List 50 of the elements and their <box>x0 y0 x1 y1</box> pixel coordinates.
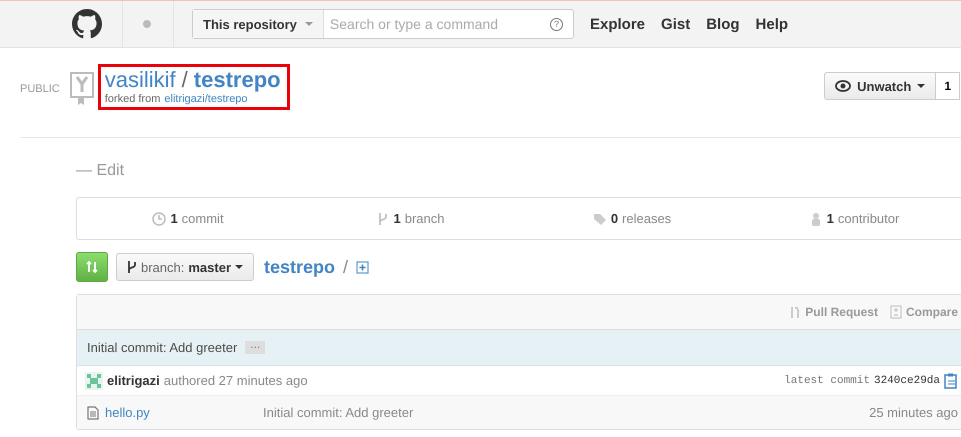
unwatch-button[interactable]: Unwatch <box>824 72 936 100</box>
branch-selector[interactable]: branch: master <box>116 253 254 281</box>
clock-icon <box>152 212 166 226</box>
nav-link[interactable]: Explore <box>590 16 646 32</box>
file-commit-message: Initial commit: Add greeter <box>263 405 414 420</box>
commit-sha-link[interactable]: 3240ce29da <box>874 374 940 386</box>
compare-arrows-icon <box>85 260 99 274</box>
branch-icon <box>127 260 137 274</box>
fork-source-link[interactable]: elitrigazi/testrepo <box>164 93 248 105</box>
authored-time: authored 27 minutes ago <box>164 373 308 388</box>
visibility-label: PUBLIC <box>20 83 60 95</box>
search-field[interactable]: This repository Search or type a command ? <box>192 9 574 39</box>
stat-count[interactable]: 1 <box>826 211 834 226</box>
author-link[interactable]: elitrigazi <box>107 373 160 388</box>
new-file-icon[interactable] <box>356 260 370 274</box>
path-separator: / <box>182 67 188 92</box>
stat-label[interactable]: commit <box>182 211 224 226</box>
nav-link[interactable]: Help <box>756 16 788 32</box>
watcher-count[interactable]: 1 <box>936 72 960 100</box>
repo-icon <box>70 72 96 106</box>
stat-label[interactable]: releases <box>622 211 672 226</box>
path-separator: / <box>343 256 348 278</box>
file-icon <box>87 406 99 420</box>
latest-commit-label: latest commit <box>784 374 870 386</box>
status-dot-icon <box>143 20 151 28</box>
clipboard-icon[interactable] <box>944 372 958 388</box>
repo-name-link[interactable]: testrepo <box>194 67 281 92</box>
eye-icon <box>835 80 852 92</box>
avatar-icon <box>85 372 103 390</box>
nav-link[interactable]: Blog <box>706 16 740 32</box>
scope-dropdown[interactable]: This repository <box>193 10 324 38</box>
commit-message: Initial commit: Add greeter <box>87 340 238 355</box>
compare-button[interactable] <box>76 252 108 282</box>
compare-icon <box>890 305 902 319</box>
github-logo-icon[interactable] <box>72 9 102 39</box>
repo-breadcrumb-link[interactable]: testrepo <box>264 256 336 278</box>
file-link[interactable]: hello.py <box>105 405 263 420</box>
stat-label[interactable]: branch <box>404 211 444 226</box>
stat-count[interactable]: 1 <box>394 211 401 226</box>
owner-link[interactable]: vasilikif <box>104 67 176 92</box>
help-icon: ? <box>550 18 563 30</box>
file-age: 25 minutes ago <box>869 405 958 420</box>
expand-button[interactable]: ··· <box>245 341 266 354</box>
pull-request-icon <box>789 306 802 318</box>
nav-link[interactable]: Gist <box>661 16 690 32</box>
fork-note: forked from <box>104 93 160 105</box>
tag-icon <box>592 212 607 226</box>
stat-label[interactable]: contributor <box>838 211 900 226</box>
stat-count[interactable]: 0 <box>610 211 618 226</box>
stat-count[interactable]: 1 <box>170 211 178 226</box>
